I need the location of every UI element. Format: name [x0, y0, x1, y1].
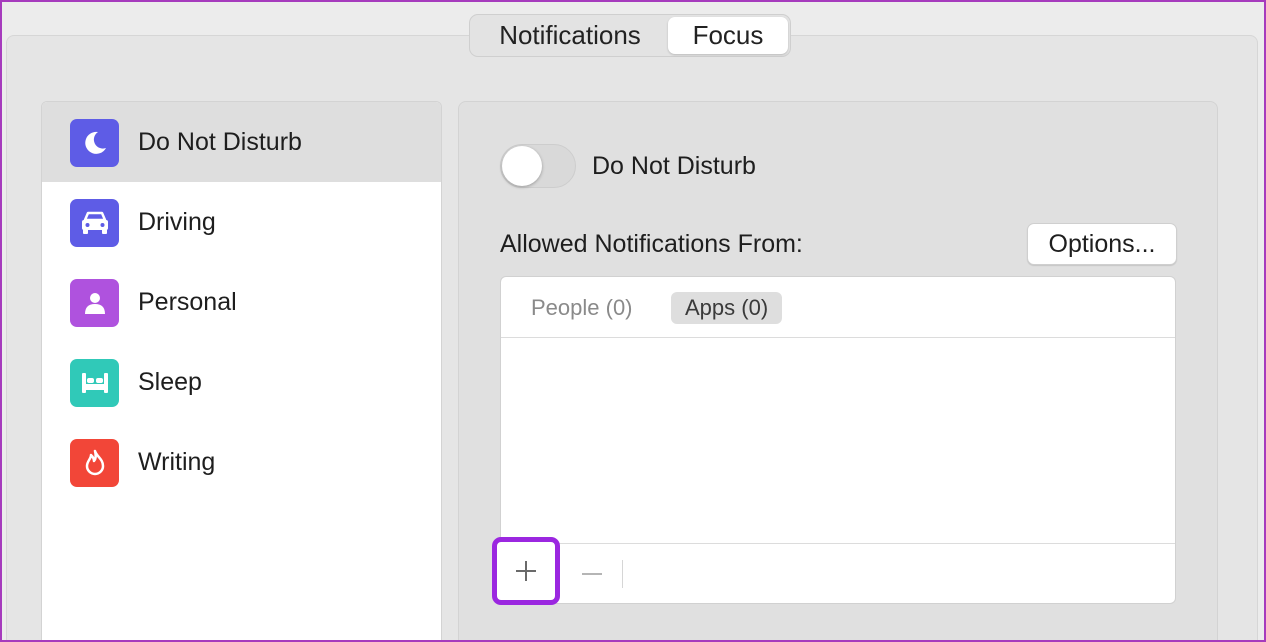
allowed-tabs: People (0) Apps (0) — [501, 277, 1175, 338]
sidebar-item-label: Do Not Disturb — [138, 127, 302, 156]
sidebar-item-driving[interactable]: Driving — [42, 182, 441, 262]
sidebar-item-personal[interactable]: Personal — [42, 262, 441, 342]
sidebar-item-label: Personal — [138, 287, 237, 316]
flame-icon — [70, 439, 119, 487]
sidebar-item-label: Sleep — [138, 367, 202, 396]
allowed-notifications-label: Allowed Notifications From: — [500, 230, 803, 258]
tab-notifications[interactable]: Notifications — [472, 17, 668, 54]
plus-icon — [516, 561, 536, 581]
tab-people[interactable]: People (0) — [517, 292, 647, 324]
sidebar-item-label: Writing — [138, 447, 216, 476]
sidebar-item-writing[interactable]: Writing — [42, 422, 441, 502]
sidebar-item-sleep[interactable]: Sleep — [42, 342, 441, 422]
tab-focus[interactable]: Focus — [668, 17, 788, 54]
bed-icon — [70, 359, 119, 407]
minus-icon — [582, 573, 602, 575]
bottom-bar-divider — [622, 560, 623, 588]
options-button[interactable]: Options... — [1027, 223, 1177, 265]
sidebar-item-do-not-disturb[interactable]: Do Not Disturb — [42, 102, 441, 182]
car-icon — [70, 199, 119, 247]
focus-sidebar: Do Not Disturb Driving Personal Sleep Wr… — [41, 101, 442, 642]
do-not-disturb-toggle[interactable] — [500, 144, 576, 188]
person-icon — [70, 279, 119, 327]
add-button[interactable] — [492, 537, 560, 605]
toggle-knob — [502, 146, 542, 186]
notifications-focus-segmented-control: Notifications Focus — [469, 14, 791, 57]
toggle-label: Do Not Disturb — [592, 152, 756, 180]
sidebar-item-label: Driving — [138, 207, 216, 236]
moon-icon — [70, 119, 119, 167]
remove-button[interactable] — [570, 552, 614, 596]
tab-apps[interactable]: Apps (0) — [671, 292, 783, 324]
